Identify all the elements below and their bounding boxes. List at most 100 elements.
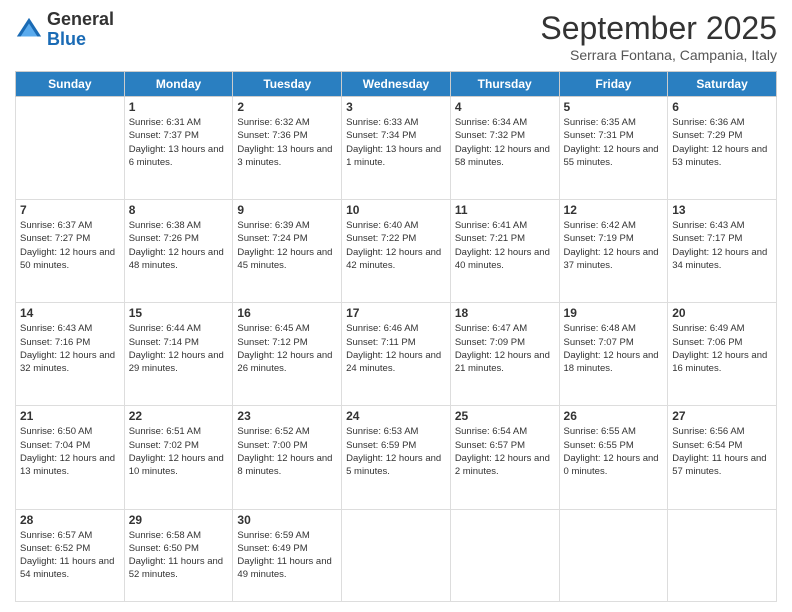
cell-content: Sunrise: 6:43 AM Sunset: 7:17 PM Dayligh… <box>672 219 772 272</box>
calendar-cell: 11 Sunrise: 6:41 AM Sunset: 7:21 PM Dayli… <box>450 200 559 303</box>
col-friday: Friday <box>559 72 668 97</box>
day-number: 20 <box>672 306 772 320</box>
cell-content: Sunrise: 6:51 AM Sunset: 7:02 PM Dayligh… <box>129 425 229 478</box>
logo-icon <box>15 16 43 44</box>
calendar-cell: 5 Sunrise: 6:35 AM Sunset: 7:31 PM Daylig… <box>559 97 668 200</box>
cell-content: Sunrise: 6:37 AM Sunset: 7:27 PM Dayligh… <box>20 219 120 272</box>
day-number: 16 <box>237 306 337 320</box>
calendar-cell: 10 Sunrise: 6:40 AM Sunset: 7:22 PM Dayli… <box>342 200 451 303</box>
day-number: 14 <box>20 306 120 320</box>
cell-content: Sunrise: 6:40 AM Sunset: 7:22 PM Dayligh… <box>346 219 446 272</box>
day-number: 18 <box>455 306 555 320</box>
cell-content: Sunrise: 6:34 AM Sunset: 7:32 PM Dayligh… <box>455 116 555 169</box>
calendar-week-3: 21 Sunrise: 6:50 AM Sunset: 7:04 PM Dayli… <box>16 406 777 509</box>
cell-content: Sunrise: 6:49 AM Sunset: 7:06 PM Dayligh… <box>672 322 772 375</box>
day-number: 13 <box>672 203 772 217</box>
calendar-week-1: 7 Sunrise: 6:37 AM Sunset: 7:27 PM Daylig… <box>16 200 777 303</box>
month-title: September 2025 <box>540 10 777 47</box>
cell-content: Sunrise: 6:36 AM Sunset: 7:29 PM Dayligh… <box>672 116 772 169</box>
calendar-cell: 28 Sunrise: 6:57 AM Sunset: 6:52 PM Dayli… <box>16 509 125 602</box>
day-number: 10 <box>346 203 446 217</box>
cell-content: Sunrise: 6:53 AM Sunset: 6:59 PM Dayligh… <box>346 425 446 478</box>
subtitle: Serrara Fontana, Campania, Italy <box>540 47 777 63</box>
calendar-cell: 22 Sunrise: 6:51 AM Sunset: 7:02 PM Dayli… <box>124 406 233 509</box>
calendar-cell: 14 Sunrise: 6:43 AM Sunset: 7:16 PM Dayli… <box>16 303 125 406</box>
cell-content: Sunrise: 6:56 AM Sunset: 6:54 PM Dayligh… <box>672 425 772 478</box>
cell-content: Sunrise: 6:39 AM Sunset: 7:24 PM Dayligh… <box>237 219 337 272</box>
cell-content: Sunrise: 6:43 AM Sunset: 7:16 PM Dayligh… <box>20 322 120 375</box>
day-number: 22 <box>129 409 229 423</box>
day-number: 30 <box>237 513 337 527</box>
day-number: 24 <box>346 409 446 423</box>
cell-content: Sunrise: 6:57 AM Sunset: 6:52 PM Dayligh… <box>20 529 120 582</box>
cell-content: Sunrise: 6:35 AM Sunset: 7:31 PM Dayligh… <box>564 116 664 169</box>
logo: General Blue <box>15 10 114 50</box>
calendar-cell: 18 Sunrise: 6:47 AM Sunset: 7:09 PM Dayli… <box>450 303 559 406</box>
day-number: 28 <box>20 513 120 527</box>
col-thursday: Thursday <box>450 72 559 97</box>
cell-content: Sunrise: 6:59 AM Sunset: 6:49 PM Dayligh… <box>237 529 337 582</box>
day-number: 25 <box>455 409 555 423</box>
calendar-table: Sunday Monday Tuesday Wednesday Thursday… <box>15 71 777 602</box>
calendar-cell: 6Sunrise: 6:36 AM Sunset: 7:29 PM Daylig… <box>668 97 777 200</box>
cell-content: Sunrise: 6:55 AM Sunset: 6:55 PM Dayligh… <box>564 425 664 478</box>
day-number: 1 <box>129 100 229 114</box>
calendar-cell: 20 Sunrise: 6:49 AM Sunset: 7:06 PM Dayli… <box>668 303 777 406</box>
cell-content: Sunrise: 6:54 AM Sunset: 6:57 PM Dayligh… <box>455 425 555 478</box>
logo-text: General Blue <box>47 10 114 50</box>
cell-content: Sunrise: 6:42 AM Sunset: 7:19 PM Dayligh… <box>564 219 664 272</box>
calendar-cell: 12Sunrise: 6:42 AM Sunset: 7:19 PM Dayli… <box>559 200 668 303</box>
day-number: 26 <box>564 409 664 423</box>
day-number: 8 <box>129 203 229 217</box>
calendar-cell: 19 Sunrise: 6:48 AM Sunset: 7:07 PM Dayli… <box>559 303 668 406</box>
cell-content: Sunrise: 6:52 AM Sunset: 7:00 PM Dayligh… <box>237 425 337 478</box>
calendar-cell: 26 Sunrise: 6:55 AM Sunset: 6:55 PM Dayli… <box>559 406 668 509</box>
cell-content: Sunrise: 6:50 AM Sunset: 7:04 PM Dayligh… <box>20 425 120 478</box>
calendar-cell: 27 Sunrise: 6:56 AM Sunset: 6:54 PM Dayli… <box>668 406 777 509</box>
logo-blue: Blue <box>47 29 86 49</box>
col-monday: Monday <box>124 72 233 97</box>
calendar-cell: 4Sunrise: 6:34 AM Sunset: 7:32 PM Daylig… <box>450 97 559 200</box>
cell-content: Sunrise: 6:31 AM Sunset: 7:37 PM Dayligh… <box>129 116 229 169</box>
calendar-cell: 17Sunrise: 6:46 AM Sunset: 7:11 PM Dayli… <box>342 303 451 406</box>
calendar-cell: 1 Sunrise: 6:31 AM Sunset: 7:37 PM Daylig… <box>124 97 233 200</box>
cell-content: Sunrise: 6:48 AM Sunset: 7:07 PM Dayligh… <box>564 322 664 375</box>
cell-content: Sunrise: 6:58 AM Sunset: 6:50 PM Dayligh… <box>129 529 229 582</box>
cell-content: Sunrise: 6:41 AM Sunset: 7:21 PM Dayligh… <box>455 219 555 272</box>
day-number: 29 <box>129 513 229 527</box>
day-number: 11 <box>455 203 555 217</box>
calendar-cell: 29 Sunrise: 6:58 AM Sunset: 6:50 PM Dayli… <box>124 509 233 602</box>
day-number: 27 <box>672 409 772 423</box>
day-number: 7 <box>20 203 120 217</box>
day-number: 9 <box>237 203 337 217</box>
calendar-header-row: Sunday Monday Tuesday Wednesday Thursday… <box>16 72 777 97</box>
calendar-cell: 25 Sunrise: 6:54 AM Sunset: 6:57 PM Dayli… <box>450 406 559 509</box>
title-area: September 2025 Serrara Fontana, Campania… <box>540 10 777 63</box>
calendar-week-0: 1 Sunrise: 6:31 AM Sunset: 7:37 PM Daylig… <box>16 97 777 200</box>
calendar-cell: 13 Sunrise: 6:43 AM Sunset: 7:17 PM Dayli… <box>668 200 777 303</box>
calendar-week-4: 28 Sunrise: 6:57 AM Sunset: 6:52 PM Dayli… <box>16 509 777 602</box>
day-number: 17 <box>346 306 446 320</box>
cell-content: Sunrise: 6:47 AM Sunset: 7:09 PM Dayligh… <box>455 322 555 375</box>
cell-content: Sunrise: 6:33 AM Sunset: 7:34 PM Dayligh… <box>346 116 446 169</box>
calendar-cell <box>450 509 559 602</box>
cell-content: Sunrise: 6:38 AM Sunset: 7:26 PM Dayligh… <box>129 219 229 272</box>
calendar-cell <box>559 509 668 602</box>
calendar-cell: 2Sunrise: 6:32 AM Sunset: 7:36 PM Daylig… <box>233 97 342 200</box>
day-number: 15 <box>129 306 229 320</box>
calendar-cell: 15 Sunrise: 6:44 AM Sunset: 7:14 PM Dayli… <box>124 303 233 406</box>
calendar-cell <box>668 509 777 602</box>
calendar-cell: 30 Sunrise: 6:59 AM Sunset: 6:49 PM Dayli… <box>233 509 342 602</box>
calendar-cell: 24 Sunrise: 6:53 AM Sunset: 6:59 PM Dayli… <box>342 406 451 509</box>
header: General Blue September 2025 Serrara Font… <box>15 10 777 63</box>
day-number: 19 <box>564 306 664 320</box>
cell-content: Sunrise: 6:45 AM Sunset: 7:12 PM Dayligh… <box>237 322 337 375</box>
day-number: 5 <box>564 100 664 114</box>
day-number: 21 <box>20 409 120 423</box>
calendar-cell: 9 Sunrise: 6:39 AM Sunset: 7:24 PM Daylig… <box>233 200 342 303</box>
day-number: 23 <box>237 409 337 423</box>
col-sunday: Sunday <box>16 72 125 97</box>
cell-content: Sunrise: 6:44 AM Sunset: 7:14 PM Dayligh… <box>129 322 229 375</box>
calendar-cell: 7 Sunrise: 6:37 AM Sunset: 7:27 PM Daylig… <box>16 200 125 303</box>
calendar-cell: 8 Sunrise: 6:38 AM Sunset: 7:26 PM Daylig… <box>124 200 233 303</box>
